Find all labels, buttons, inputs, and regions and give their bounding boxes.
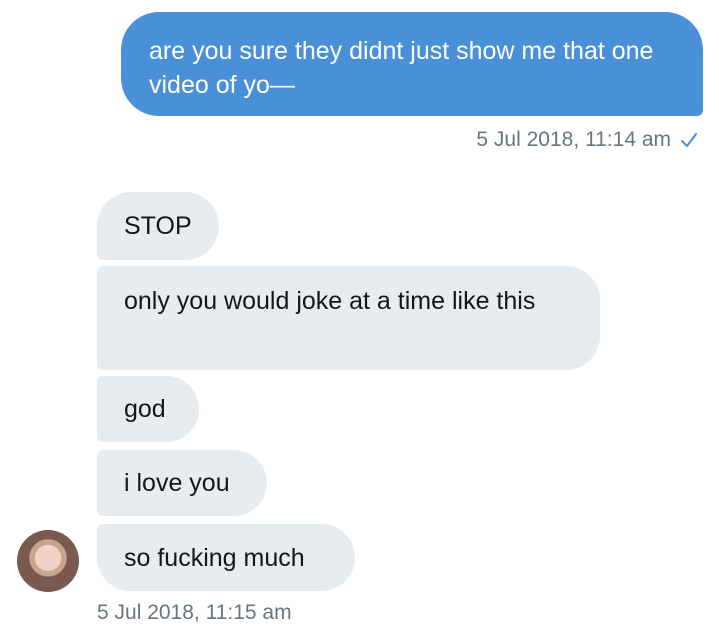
user-avatar[interactable] <box>17 530 79 592</box>
sent-timestamp: 5 Jul 2018, 11:14 am <box>476 128 671 151</box>
checkmark-icon <box>681 133 697 147</box>
sent-message-bubble[interactable]: are you sure they didnt just show me tha… <box>121 12 703 116</box>
received-message-bubble[interactable]: i love you <box>97 450 267 516</box>
received-message-text: god <box>124 395 166 423</box>
sent-message-text: are you sure they didnt just show me tha… <box>149 37 654 99</box>
received-message-text: i love you <box>124 469 230 497</box>
received-message-meta: 5 Jul 2018, 11:15 am <box>97 598 292 628</box>
received-message-bubble[interactable]: only you would joke at a time like this <box>97 266 600 370</box>
received-message-bubble[interactable]: so fucking much <box>97 524 355 591</box>
received-message-text: only you would joke at a time like this <box>124 287 536 315</box>
sent-message-meta: 5 Jul 2018, 11:14 am <box>476 125 699 155</box>
received-message-text: so fucking much <box>124 543 305 572</box>
received-timestamp: 5 Jul 2018, 11:15 am <box>97 601 292 624</box>
received-message-bubble[interactable]: STOP <box>97 192 219 260</box>
received-message-bubble[interactable]: god <box>97 376 199 442</box>
received-message-text: STOP <box>124 212 192 240</box>
